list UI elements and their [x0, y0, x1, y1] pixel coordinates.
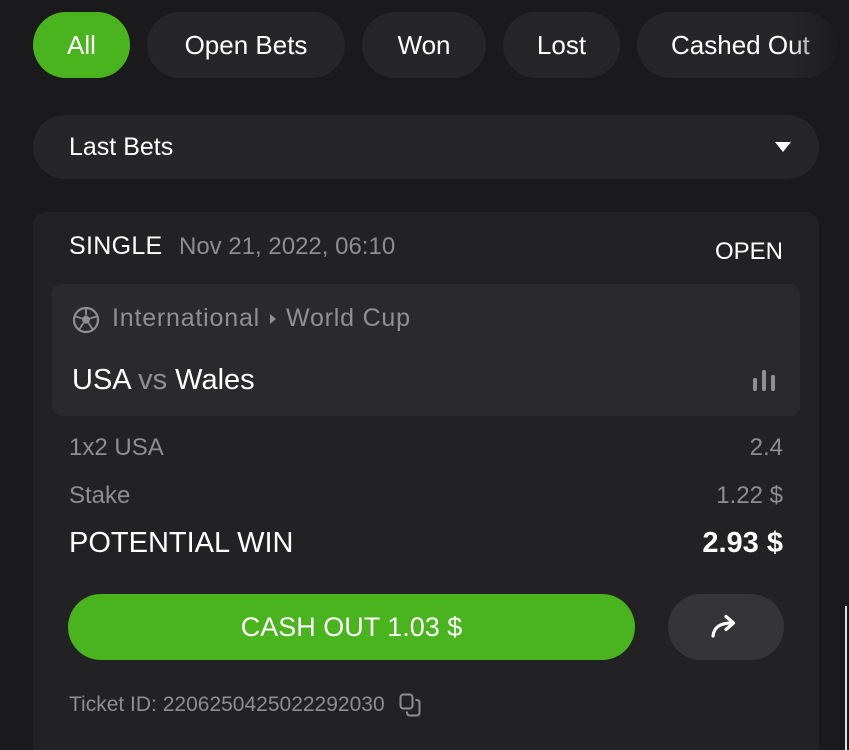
tab-lost[interactable]: Lost — [503, 12, 620, 78]
share-button[interactable] — [668, 594, 784, 660]
ticket-id-row: Ticket ID: 2206250425022292030 — [69, 693, 421, 717]
scroll-edge-line — [845, 606, 847, 750]
home-team: USA — [72, 364, 131, 396]
share-arrow-icon — [711, 614, 736, 638]
away-team: Wales — [175, 364, 255, 396]
market-label: 1x2 USA — [69, 434, 164, 461]
breadcrumb-arrow-icon — [270, 313, 276, 324]
bet-type: SINGLE — [69, 232, 163, 260]
potential-win-value: 2.93 $ — [702, 527, 783, 559]
match-title[interactable]: USA vs Wales — [72, 364, 255, 397]
filter-tabs: All Open Bets Won Lost Cashed Out — [33, 12, 837, 78]
caret-down-icon — [775, 142, 791, 152]
bet-date: Nov 21, 2022, 06:10 — [179, 233, 396, 260]
bet-card-header: SINGLE Nov 21, 2022, 06:10 OPEN — [69, 232, 783, 272]
copy-icon[interactable] — [399, 693, 421, 717]
versus-label: vs — [138, 364, 168, 396]
tabs-fade-overlay — [789, 0, 849, 90]
league-name: World Cup — [286, 304, 411, 332]
cash-out-button[interactable]: CASH OUT 1.03 $ — [68, 594, 635, 660]
odds-value: 2.4 — [749, 434, 783, 461]
market-row: 1x2 USA 2.4 — [69, 434, 783, 462]
bets-period-dropdown[interactable]: Last Bets — [33, 115, 819, 179]
event-panel[interactable]: International World Cup USA vs Wales — [52, 284, 800, 416]
bet-status-badge: OPEN — [714, 238, 783, 265]
dropdown-selected-label: Last Bets — [69, 132, 174, 161]
stake-label: Stake — [69, 482, 131, 509]
statistics-icon[interactable] — [752, 369, 776, 391]
tab-open-bets[interactable]: Open Bets — [147, 12, 345, 78]
league-country: International — [112, 304, 260, 332]
stake-row: Stake 1.22 $ — [69, 482, 783, 510]
bet-history-screen: All Open Bets Won Lost Cashed Out Last B… — [0, 0, 849, 750]
ticket-id: Ticket ID: 2206250425022292030 — [69, 693, 385, 716]
stake-value: 1.22 $ — [716, 482, 783, 509]
potential-win-row: POTENTIAL WIN 2.93 $ — [69, 527, 783, 560]
tab-all[interactable]: All — [33, 12, 130, 78]
potential-win-label: POTENTIAL WIN — [69, 527, 294, 559]
league-breadcrumb[interactable]: International World Cup — [112, 304, 411, 333]
tab-won[interactable]: Won — [362, 12, 486, 78]
bet-card: SINGLE Nov 21, 2022, 06:10 OPEN Internat… — [33, 212, 819, 750]
soccer-ball-icon — [72, 306, 100, 334]
